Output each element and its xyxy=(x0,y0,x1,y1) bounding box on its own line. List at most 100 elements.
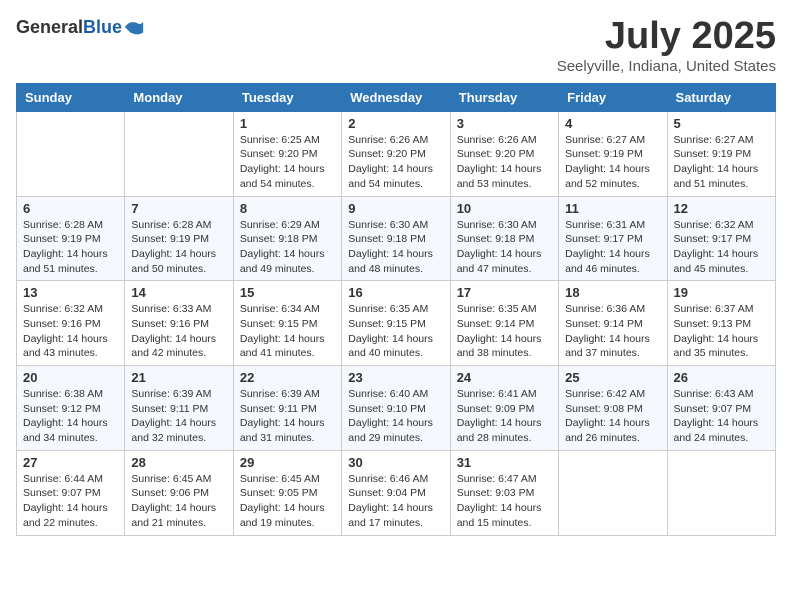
day-info: Sunrise: 6:27 AMSunset: 9:19 PMDaylight:… xyxy=(565,133,660,192)
calendar-cell: 30 Sunrise: 6:46 AMSunset: 9:04 PMDayligh… xyxy=(342,450,450,535)
day-number: 15 xyxy=(240,285,335,300)
calendar-cell: 12Sunrise: 6:32 AMSunset: 9:17 PMDayligh… xyxy=(667,196,775,281)
calendar-cell: 9 Sunrise: 6:30 AMSunset: 9:18 PMDaylight… xyxy=(342,196,450,281)
day-number: 5 xyxy=(674,116,769,131)
day-info: Sunrise: 6:44 AMSunset: 9:07 PMDaylight:… xyxy=(23,472,118,531)
calendar-cell: 20Sunrise: 6:38 AMSunset: 9:12 PMDayligh… xyxy=(17,366,125,451)
day-info: Sunrise: 6:34 AMSunset: 9:15 PMDaylight:… xyxy=(240,302,335,361)
day-info: Sunrise: 6:28 AMSunset: 9:19 PMDaylight:… xyxy=(23,218,118,277)
calendar-week-row: 20Sunrise: 6:38 AMSunset: 9:12 PMDayligh… xyxy=(17,366,776,451)
day-info: Sunrise: 6:31 AMSunset: 9:17 PMDaylight:… xyxy=(565,218,660,277)
calendar-cell: 24 Sunrise: 6:41 AMSunset: 9:09 PMDayligh… xyxy=(450,366,558,451)
calendar-cell xyxy=(125,111,233,196)
day-info: Sunrise: 6:28 AMSunset: 9:19 PMDaylight:… xyxy=(131,218,226,277)
calendar-cell xyxy=(17,111,125,196)
calendar-cell: 14Sunrise: 6:33 AMSunset: 9:16 PMDayligh… xyxy=(125,281,233,366)
weekday-header-row: SundayMondayTuesdayWednesdayThursdayFrid… xyxy=(17,83,776,111)
calendar-cell: 28Sunrise: 6:45 AMSunset: 9:06 PMDayligh… xyxy=(125,450,233,535)
weekday-header-wednesday: Wednesday xyxy=(342,83,450,111)
day-info: Sunrise: 6:43 AMSunset: 9:07 PMDaylight:… xyxy=(674,387,769,446)
day-number: 11 xyxy=(565,201,660,216)
calendar-cell: 22 Sunrise: 6:39 AMSunset: 9:11 PMDayligh… xyxy=(233,366,341,451)
day-info: Sunrise: 6:30 AMSunset: 9:18 PMDaylight:… xyxy=(457,218,552,277)
day-number: 2 xyxy=(348,116,443,131)
day-info: Sunrise: 6:25 AMSunset: 9:20 PMDaylight:… xyxy=(240,133,335,192)
day-info: Sunrise: 6:36 AMSunset: 9:14 PMDaylight:… xyxy=(565,302,660,361)
logo: GeneralBlue xyxy=(16,16,145,38)
calendar-cell: 6 Sunrise: 6:28 AMSunset: 9:19 PMDaylight… xyxy=(17,196,125,281)
day-number: 17 xyxy=(457,285,552,300)
weekday-header-sunday: Sunday xyxy=(17,83,125,111)
calendar-cell: 11 Sunrise: 6:31 AMSunset: 9:17 PMDayligh… xyxy=(559,196,667,281)
day-number: 25 xyxy=(565,370,660,385)
day-number: 7 xyxy=(131,201,226,216)
calendar-cell: 27 Sunrise: 6:44 AMSunset: 9:07 PMDayligh… xyxy=(17,450,125,535)
calendar-cell xyxy=(667,450,775,535)
day-info: Sunrise: 6:26 AMSunset: 9:20 PMDaylight:… xyxy=(348,133,443,192)
calendar-week-row: 27 Sunrise: 6:44 AMSunset: 9:07 PMDayligh… xyxy=(17,450,776,535)
calendar-cell: 25 Sunrise: 6:42 AMSunset: 9:08 PMDayligh… xyxy=(559,366,667,451)
day-number: 26 xyxy=(674,370,769,385)
calendar-table: SundayMondayTuesdayWednesdayThursdayFrid… xyxy=(16,83,776,536)
calendar-cell: 5Sunrise: 6:27 AMSunset: 9:19 PMDaylight… xyxy=(667,111,775,196)
day-number: 24 xyxy=(457,370,552,385)
day-number: 31 xyxy=(457,455,552,470)
day-info: Sunrise: 6:47 AMSunset: 9:03 PMDaylight:… xyxy=(457,472,552,531)
day-number: 4 xyxy=(565,116,660,131)
day-info: Sunrise: 6:45 AMSunset: 9:05 PMDaylight:… xyxy=(240,472,335,531)
calendar-cell: 21 Sunrise: 6:39 AMSunset: 9:11 PMDayligh… xyxy=(125,366,233,451)
month-title: July 2025 xyxy=(557,16,776,58)
day-info: Sunrise: 6:38 AMSunset: 9:12 PMDaylight:… xyxy=(23,387,118,446)
day-info: Sunrise: 6:42 AMSunset: 9:08 PMDaylight:… xyxy=(565,387,660,446)
day-number: 27 xyxy=(23,455,118,470)
logo-general-text: General xyxy=(16,17,83,37)
calendar-cell: 17 Sunrise: 6:35 AMSunset: 9:14 PMDayligh… xyxy=(450,281,558,366)
day-info: Sunrise: 6:37 AMSunset: 9:13 PMDaylight:… xyxy=(674,302,769,361)
day-number: 23 xyxy=(348,370,443,385)
day-info: Sunrise: 6:40 AMSunset: 9:10 PMDaylight:… xyxy=(348,387,443,446)
day-number: 22 xyxy=(240,370,335,385)
calendar-week-row: 6 Sunrise: 6:28 AMSunset: 9:19 PMDaylight… xyxy=(17,196,776,281)
day-number: 1 xyxy=(240,116,335,131)
day-number: 3 xyxy=(457,116,552,131)
day-info: Sunrise: 6:39 AMSunset: 9:11 PMDaylight:… xyxy=(240,387,335,446)
calendar-cell: 15 Sunrise: 6:34 AMSunset: 9:15 PMDayligh… xyxy=(233,281,341,366)
day-info: Sunrise: 6:29 AMSunset: 9:18 PMDaylight:… xyxy=(240,218,335,277)
calendar-week-row: 13Sunrise: 6:32 AMSunset: 9:16 PMDayligh… xyxy=(17,281,776,366)
day-number: 19 xyxy=(674,285,769,300)
calendar-cell: 26 Sunrise: 6:43 AMSunset: 9:07 PMDayligh… xyxy=(667,366,775,451)
day-number: 10 xyxy=(457,201,552,216)
day-number: 6 xyxy=(23,201,118,216)
day-number: 28 xyxy=(131,455,226,470)
day-info: Sunrise: 6:41 AMSunset: 9:09 PMDaylight:… xyxy=(457,387,552,446)
day-info: Sunrise: 6:46 AMSunset: 9:04 PMDaylight:… xyxy=(348,472,443,531)
day-number: 30 xyxy=(348,455,443,470)
calendar-cell: 3 Sunrise: 6:26 AMSunset: 9:20 PMDaylight… xyxy=(450,111,558,196)
day-number: 9 xyxy=(348,201,443,216)
calendar-week-row: 1 Sunrise: 6:25 AMSunset: 9:20 PMDaylight… xyxy=(17,111,776,196)
day-info: Sunrise: 6:35 AMSunset: 9:14 PMDaylight:… xyxy=(457,302,552,361)
calendar-cell: 19 Sunrise: 6:37 AMSunset: 9:13 PMDayligh… xyxy=(667,281,775,366)
day-number: 12 xyxy=(674,201,769,216)
day-info: Sunrise: 6:39 AMSunset: 9:11 PMDaylight:… xyxy=(131,387,226,446)
calendar-cell: 16 Sunrise: 6:35 AMSunset: 9:15 PMDayligh… xyxy=(342,281,450,366)
weekday-header-thursday: Thursday xyxy=(450,83,558,111)
title-block: July 2025 Seelyville, Indiana, United St… xyxy=(557,16,776,75)
day-info: Sunrise: 6:26 AMSunset: 9:20 PMDaylight:… xyxy=(457,133,552,192)
calendar-cell: 1 Sunrise: 6:25 AMSunset: 9:20 PMDaylight… xyxy=(233,111,341,196)
day-info: Sunrise: 6:35 AMSunset: 9:15 PMDaylight:… xyxy=(348,302,443,361)
day-number: 18 xyxy=(565,285,660,300)
calendar-cell: 29Sunrise: 6:45 AMSunset: 9:05 PMDayligh… xyxy=(233,450,341,535)
logo-icon xyxy=(123,16,145,38)
day-number: 21 xyxy=(131,370,226,385)
calendar-cell: 23 Sunrise: 6:40 AMSunset: 9:10 PMDayligh… xyxy=(342,366,450,451)
calendar-cell: 2 Sunrise: 6:26 AMSunset: 9:20 PMDaylight… xyxy=(342,111,450,196)
calendar-cell: 8Sunrise: 6:29 AMSunset: 9:18 PMDaylight… xyxy=(233,196,341,281)
logo-blue-text: Blue xyxy=(83,17,122,37)
calendar-cell: 4 Sunrise: 6:27 AMSunset: 9:19 PMDaylight… xyxy=(559,111,667,196)
day-info: Sunrise: 6:30 AMSunset: 9:18 PMDaylight:… xyxy=(348,218,443,277)
location-text: Seelyville, Indiana, United States xyxy=(557,58,776,75)
day-number: 16 xyxy=(348,285,443,300)
calendar-cell: 18 Sunrise: 6:36 AMSunset: 9:14 PMDayligh… xyxy=(559,281,667,366)
calendar-cell: 10 Sunrise: 6:30 AMSunset: 9:18 PMDayligh… xyxy=(450,196,558,281)
